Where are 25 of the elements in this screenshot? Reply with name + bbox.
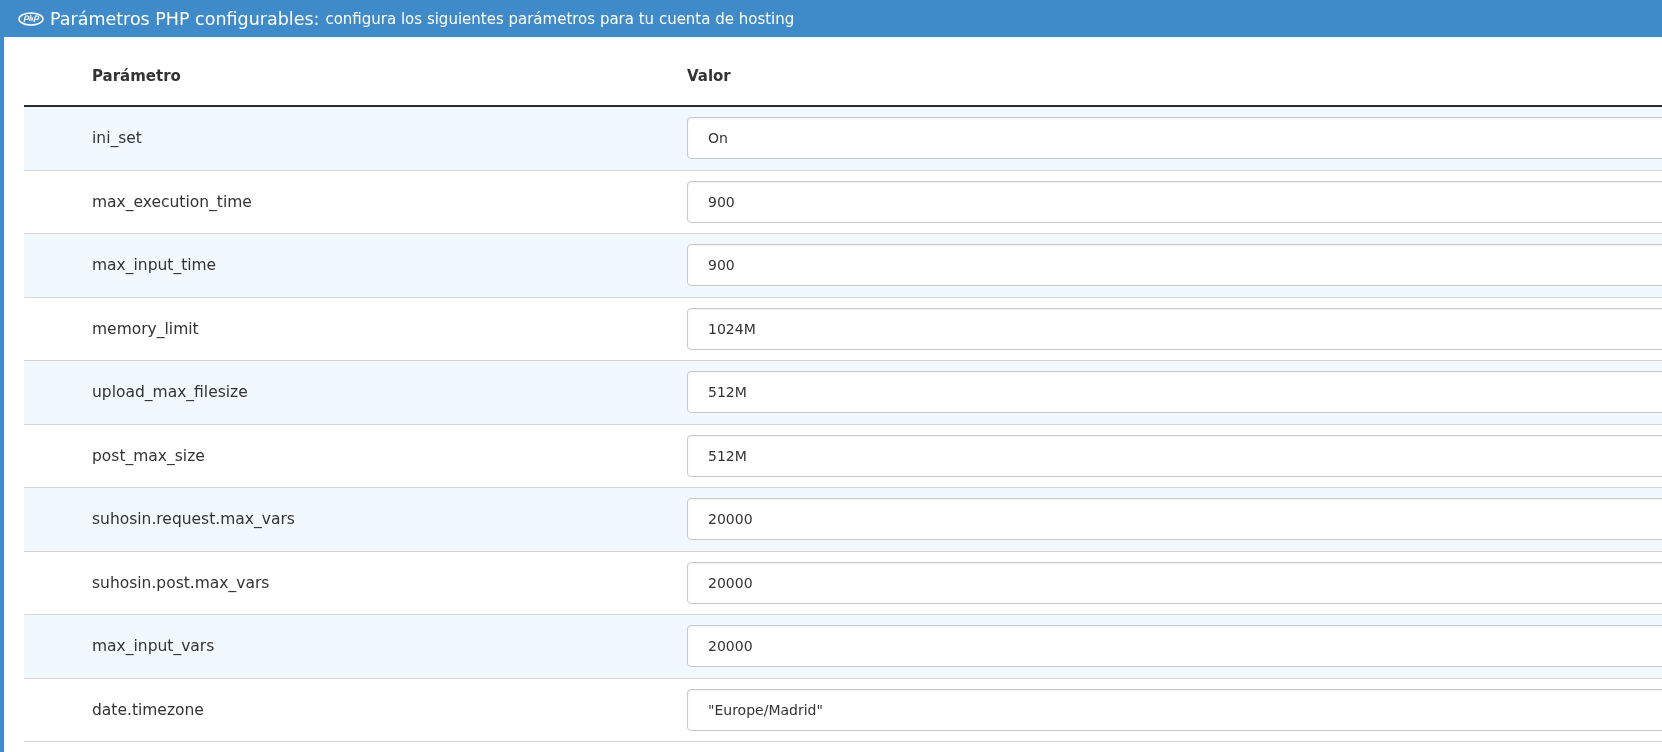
value-field[interactable]: 512M <box>687 434 1662 477</box>
parameter-name: max_input_vars <box>91 637 215 656</box>
parameter-name: post_max_size <box>91 446 205 465</box>
parameter-name: memory_limit <box>91 319 199 338</box>
value-field[interactable]: 1024M <box>687 307 1662 350</box>
value-field[interactable]: 512M <box>687 371 1662 414</box>
parameter-name: date.timezone <box>91 700 204 719</box>
parameter-name: max_execution_time <box>91 192 252 211</box>
parameter-name: suhosin.post.max_vars <box>91 573 270 592</box>
value-field[interactable]: 900 <box>687 180 1662 223</box>
panel-subtitle: configura los siguientes parámetros para tu cuenta de hosting <box>325 9 795 28</box>
parameter-name: ini_set <box>91 129 142 148</box>
php-logo-icon <box>18 11 44 26</box>
value-field[interactable]: 20000 <box>687 561 1662 604</box>
parameter-name: upload_max_filesize <box>91 383 248 402</box>
value-field[interactable]: "Europe/Madrid" <box>687 688 1662 731</box>
value-field[interactable]: 20000 <box>687 498 1662 541</box>
parameter-name: suhosin.request.max_vars <box>91 510 295 529</box>
value-field[interactable]: 900 <box>687 244 1662 287</box>
column-header: Parámetro <box>91 67 181 85</box>
parameter-name: max_input_time <box>91 256 217 275</box>
column-header: Valor <box>687 67 731 85</box>
panel-title: Parámetros PHP configurables: <box>50 8 320 29</box>
value-field[interactable]: 20000 <box>687 625 1662 668</box>
value-field[interactable]: On <box>687 117 1662 160</box>
